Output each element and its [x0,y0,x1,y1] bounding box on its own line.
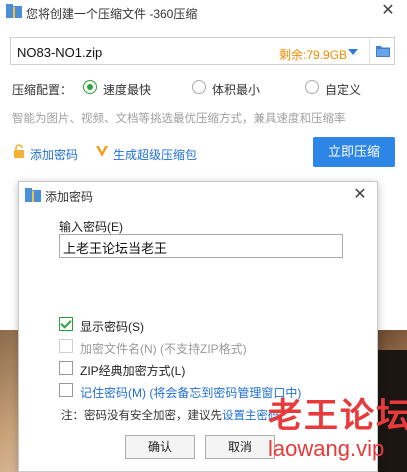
checkbox-box[interactable] [59,383,73,397]
super-package-label[interactable]: 生成超级压缩包 [113,146,197,163]
checkbox-box [59,339,73,353]
dialog-title: 添加密码 [45,190,94,204]
show-password-label[interactable]: 显示密码(S) [80,318,144,335]
super-package-link[interactable]: 生成超级压缩包 [95,144,197,162]
remaining-space: 剩余:79.9GB [279,48,348,62]
config-hint: 智能为图片、视频、文档等挑选最优压缩方式，兼具速度和压缩率 [12,113,346,125]
screen: 您将创建一个压缩文件 -360压缩 ✕ NO83-NO1.zip 剩余:79.9… [0,0,407,472]
encrypt-filenames-checkbox: 加密文件名(N) (不支持ZIP格式) [59,338,359,356]
config-label: 压缩配置： [12,83,73,97]
radio-indicator[interactable] [305,80,319,94]
compression-config-row: 压缩配置： 速度最快 体积最小 自定义 [12,79,402,97]
password-value[interactable]: 上老王论坛当老王 [63,238,167,257]
v-badge-icon [96,146,108,157]
security-note-text: 注：密码没有安全加密，建议先 [61,410,222,422]
radio-custom-label[interactable]: 自定义 [325,81,361,98]
radio-indicator[interactable] [192,80,206,94]
watermark-url: laowang.vip [268,436,385,461]
chevron-down-icon[interactable] [348,49,358,55]
archive-app-icon [25,188,41,205]
zip-classic-encryption-checkbox[interactable]: ZIP经典加密方式(L) [59,360,359,378]
zip-classic-encryption-label[interactable]: ZIP经典加密方式(L) [80,362,185,379]
radio-fastest-label[interactable]: 速度最快 [103,81,151,98]
lock-icon [14,144,24,158]
checkbox-box[interactable] [59,361,73,375]
password-input[interactable]: 上老王论坛当老王 [59,234,343,258]
output-path-field[interactable]: NO83-NO1.zip 剩余:79.9GB [10,37,395,65]
folder-icon [376,46,390,57]
browse-folder-button[interactable] [369,38,396,64]
main-titlebar: 您将创建一个压缩文件 -360压缩 ✕ [0,0,407,24]
main-window-title: 您将创建一个压缩文件 -360压缩 [26,7,198,21]
encrypt-filenames-label: 加密文件名(N) (不支持ZIP格式) [80,342,247,356]
archive-filename[interactable]: NO83-NO1.zip [17,45,102,60]
radio-indicator[interactable] [83,80,97,94]
archive-app-icon [6,4,22,18]
compress-now-button[interactable]: 立即压缩 [313,137,395,167]
dialog-titlebar: 添加密码 ✕ [19,182,377,208]
dialog-close-icon[interactable]: ✕ [351,186,369,204]
security-note: 注：密码没有安全加密，建议先设置主密码 [61,407,280,423]
watermark-text: 老王论坛 [268,396,407,436]
show-password-checkbox[interactable]: 显示密码(S) [59,316,359,334]
add-password-label[interactable]: 添加密码 [30,146,78,163]
add-password-link[interactable]: 添加密码 [12,144,78,162]
radio-smallest-label[interactable]: 体积最小 [212,81,260,98]
main-close-icon[interactable]: ✕ [379,2,397,20]
checkbox-box[interactable] [59,317,73,331]
password-label: 输入密码(E) [59,220,123,234]
confirm-button[interactable]: 确认 [125,435,195,459]
cancel-button[interactable]: 取消 [205,435,275,459]
